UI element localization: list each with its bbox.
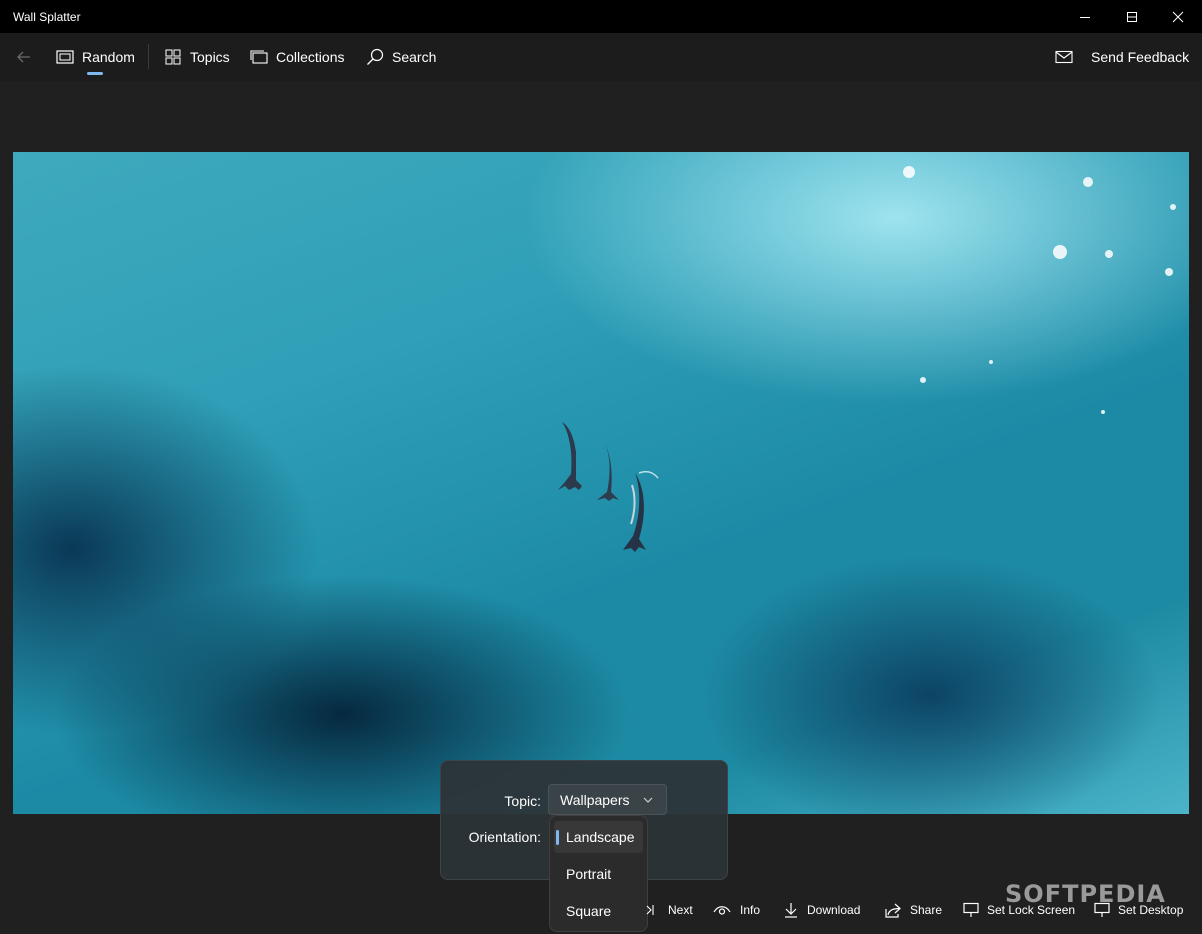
top-navigation: Random Topics Collections Search Send Fe… <box>0 33 1202 81</box>
nav-label-collections: Collections <box>276 49 345 65</box>
minimize-icon <box>1080 16 1090 18</box>
download-button[interactable]: Download <box>784 893 860 927</box>
orientation-option-portrait[interactable]: Portrait <box>554 858 643 890</box>
nav-label-search: Search <box>392 49 437 65</box>
wallpaper-image <box>13 152 1189 814</box>
orientation-option-square[interactable]: Square <box>554 895 643 927</box>
nav-label-random: Random <box>82 49 135 65</box>
window-title: Wall Splatter <box>13 10 81 24</box>
send-feedback-button[interactable]: Send Feedback <box>1055 33 1189 81</box>
topic-combobox[interactable]: Wallpapers <box>548 784 667 815</box>
orientation-option-label: Portrait <box>566 866 612 882</box>
photo-frame-icon <box>56 48 74 66</box>
minimize-button[interactable] <box>1062 0 1108 33</box>
eye-icon <box>713 902 731 918</box>
selection-indicator <box>556 830 559 845</box>
orientation-option-landscape[interactable]: Landscape <box>554 821 643 853</box>
topic-label: Topic: <box>504 793 541 809</box>
next-button[interactable]: Next <box>646 893 693 927</box>
search-icon <box>366 48 384 66</box>
share-icon <box>885 902 901 918</box>
mail-icon <box>1055 48 1073 66</box>
nav-separator <box>148 44 149 69</box>
maximize-icon <box>1127 11 1137 22</box>
monitor-icon <box>963 902 979 918</box>
info-label: Info <box>740 903 761 917</box>
orientation-label: Orientation: <box>468 829 541 845</box>
softpedia-watermark: SOFTPEDIA <box>1005 880 1166 908</box>
selected-indicator <box>87 72 103 75</box>
close-icon <box>1172 11 1184 22</box>
next-label: Next <box>668 903 693 917</box>
orientation-option-label: Landscape <box>566 829 635 845</box>
nav-item-collections[interactable]: Collections <box>250 33 344 81</box>
download-icon <box>784 902 798 918</box>
back-button[interactable] <box>16 33 32 81</box>
share-button[interactable]: Share <box>885 893 942 927</box>
topic-value: Wallpapers <box>560 791 630 808</box>
nav-item-topics[interactable]: Topics <box>164 33 230 81</box>
title-bar: Wall Splatter <box>0 0 1202 33</box>
close-button[interactable] <box>1155 0 1201 33</box>
download-label: Download <box>807 903 861 917</box>
maximize-button[interactable] <box>1109 0 1155 33</box>
nav-item-search[interactable]: Search <box>366 33 436 81</box>
dolphins-illustration <box>558 166 1176 552</box>
back-arrow-icon <box>17 51 30 63</box>
chevron-down-icon <box>643 797 653 803</box>
next-icon <box>646 902 654 918</box>
orientation-option-label: Square <box>566 903 612 919</box>
nav-label-topics: Topics <box>190 49 230 65</box>
collections-icon <box>250 48 268 66</box>
info-button[interactable]: Info <box>713 893 760 927</box>
orientation-dropdown: Landscape Portrait Square <box>549 815 648 932</box>
grid-icon <box>164 48 182 66</box>
send-feedback-label: Send Feedback <box>1091 49 1190 65</box>
share-label: Share <box>910 903 943 917</box>
